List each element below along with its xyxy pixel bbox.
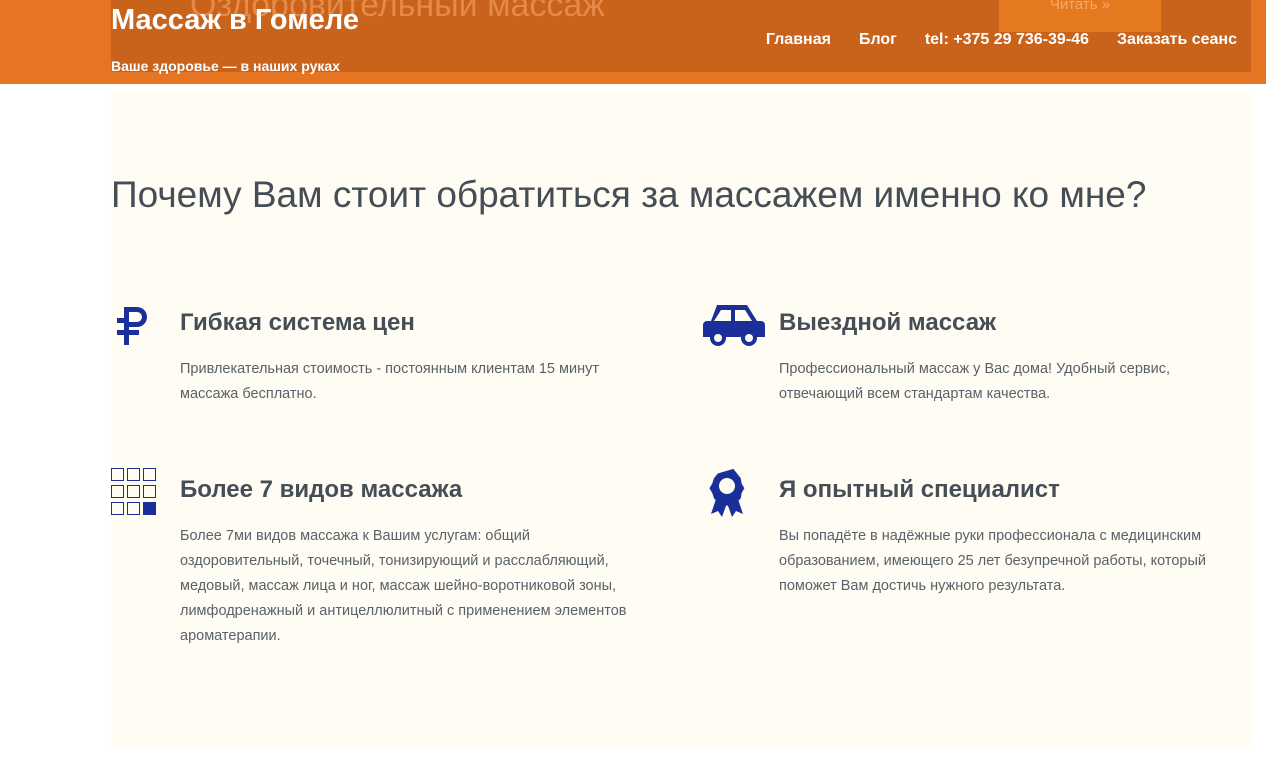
site-tagline: Ваше здоровье — в наших руках	[111, 58, 340, 74]
car-icon	[703, 301, 765, 349]
grid-icon	[111, 468, 159, 516]
site-title[interactable]: Массаж в Гомеле	[111, 4, 359, 37]
feature-text: Привлекательная стоимость - постоянным к…	[180, 361, 599, 402]
feature-title: Выездной массаж	[779, 309, 997, 336]
nav-item-blog[interactable]: Блог	[859, 31, 897, 49]
feature-text: Более 7ми видов массажа к Вашим услугам:…	[180, 528, 627, 644]
feature-title: Я опытный специалист	[779, 476, 1060, 503]
feature-text: Вы попадёте в надёжные руки профессионал…	[779, 528, 1207, 594]
nav-item-order-session[interactable]: Заказать сеанс	[1117, 31, 1237, 49]
nav-item-phone[interactable]: tel: +375 29 736-39-46	[925, 31, 1089, 49]
section-heading: Почему Вам стоит обратиться за массажем …	[111, 174, 1147, 215]
feature-text: Профессиональный массаж у Вас дома! Удоб…	[779, 361, 1171, 402]
ruble-icon	[111, 301, 159, 349]
award-icon	[703, 468, 751, 517]
main-nav: Главная Блог tel: +375 29 736-39-46 Зака…	[766, 31, 1237, 49]
nav-item-home[interactable]: Главная	[766, 31, 831, 49]
feature-title: Гибкая система цен	[180, 309, 415, 336]
feature-title: Более 7 видов массажа	[180, 476, 463, 503]
slider-read-more-button[interactable]: Читать »	[999, 0, 1161, 32]
